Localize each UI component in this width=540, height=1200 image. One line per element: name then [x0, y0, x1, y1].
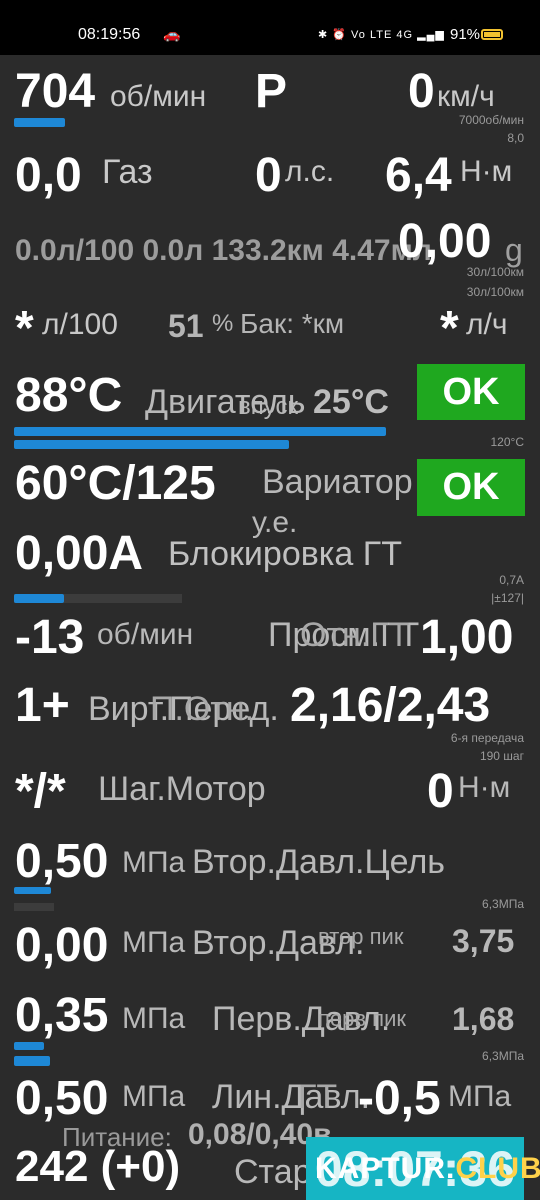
- sec-press-unit: МПа: [122, 926, 186, 959]
- cvt-label: Вариатор: [262, 463, 413, 501]
- line-press-value: 0,50: [15, 1072, 109, 1125]
- signal-icon: ▂▄▆: [417, 29, 445, 41]
- gear-small-2: 190 шаг: [479, 749, 524, 763]
- power-value: 0: [255, 149, 282, 202]
- gear-small-1: 6-я передача: [450, 731, 524, 745]
- gear-ratio-value: 1+: [15, 679, 70, 732]
- starter-value: 242 (+0): [15, 1142, 181, 1191]
- network-label: Vo LTE 4G: [351, 29, 414, 41]
- hourly-unit: л/ч: [466, 308, 508, 341]
- bluetooth-icon: ✱: [318, 29, 329, 41]
- car-icon: 🚗: [163, 26, 181, 42]
- rpm-small-value: 8,0: [507, 131, 524, 145]
- sec-target-bar: [14, 887, 152, 894]
- sec-press-value: 0,00: [15, 919, 109, 972]
- prim-press-unit: МПа: [122, 1002, 186, 1035]
- gas-label: Газ: [102, 153, 153, 191]
- lockup-label: Блокировка ГТ: [168, 535, 402, 573]
- engine-ok-button[interactable]: OK: [417, 364, 525, 420]
- stepper-torque-unit: Н·м: [458, 771, 511, 804]
- slip-unit: об/мин: [97, 618, 194, 651]
- consumption-unit: л/100: [42, 308, 118, 341]
- sec-target-max: 6,3МПа: [482, 897, 524, 911]
- engine-bar-2-fill: [14, 440, 290, 449]
- engine-temp: 88°C: [15, 369, 123, 422]
- watermark-brand: KAPTUR: [315, 1152, 446, 1185]
- prim-press-bar-2: [14, 1056, 50, 1066]
- rpm-unit: об/мин: [110, 80, 207, 113]
- engine-bar-2: [14, 440, 524, 449]
- prim-peak-value: 1,68: [452, 1001, 515, 1037]
- prim-press-value: 0,35: [15, 989, 109, 1042]
- torque-unit: Н·м: [460, 155, 513, 188]
- lockup-small-2: |±127|: [491, 591, 524, 605]
- rpm-max-label: 7000об/мин: [458, 113, 524, 127]
- engine-bar-1-fill: [14, 427, 387, 436]
- prim-press-bar: [14, 1042, 314, 1050]
- line-press-unit: МПа: [122, 1080, 186, 1113]
- cvt-ok-button[interactable]: OK: [417, 459, 525, 516]
- fuel-small-2: 30л/100км: [466, 285, 524, 299]
- prim-press-bar-fill: [14, 1042, 44, 1050]
- prim-peak-label: перв пик: [318, 1006, 407, 1031]
- watermark-dot: .: [446, 1152, 456, 1185]
- intake-label: впуск: [238, 393, 298, 420]
- tank-range: Бак: *км: [240, 308, 345, 339]
- lockup-bar-fill: [14, 594, 65, 603]
- alarm-icon: ⏰: [332, 29, 347, 41]
- gear-ratio-values: 2,16/2,43: [290, 679, 491, 732]
- engine-max-label: 120°C: [490, 435, 525, 449]
- gear-indicator: P: [255, 65, 288, 118]
- gear-ratio-overlay: П.Отн.: [150, 690, 255, 728]
- status-bar: 08:19:56 🚗 ✱ ⏰ Vo LTE 4G ▂▄▆ 91%: [0, 0, 540, 55]
- engine-bar-1: [14, 427, 524, 436]
- hourly-value: *: [440, 302, 459, 355]
- stepper-value: */*: [15, 765, 66, 818]
- rpm-bar-fill: [14, 118, 65, 127]
- battery-percent: 91%: [450, 26, 481, 43]
- sec-target-label: Втор.Давл.Цель: [192, 843, 445, 881]
- intake-temp: 25°C: [313, 383, 389, 421]
- sec-peak-label: втор пик: [318, 924, 404, 949]
- stepper-label: Шаг.Мотор: [98, 770, 266, 808]
- network-indicator: ✱ ⏰ Vo LTE 4G ▂▄▆: [318, 28, 445, 41]
- power-unit: л.с.: [285, 155, 335, 188]
- watermark-logo: KAPTUR.CLUB: [315, 1152, 540, 1186]
- lockup-bar: [14, 594, 182, 603]
- speed-unit: км/ч: [437, 80, 495, 113]
- line-unit: МПа: [448, 1080, 512, 1113]
- sec-target-bar-fill: [14, 887, 52, 894]
- slip-overlay-label: Отн.ГТ: [300, 616, 410, 654]
- fuel-g-unit: g: [505, 232, 523, 268]
- cvt-temp: 60°C/125: [15, 457, 216, 510]
- lockup-small-1: 0,7A: [499, 573, 524, 587]
- sec-target-unit: МПа: [122, 846, 186, 879]
- line-overlay-label: ГТ: [298, 1078, 338, 1116]
- prim-press-max: 6,3МПа: [482, 1049, 524, 1063]
- torque-value: 6,4: [385, 149, 452, 202]
- speed-value: 0: [408, 65, 435, 118]
- fuel-small-1: 30л/100км: [466, 265, 524, 279]
- rpm-value: 704: [15, 65, 96, 118]
- slip-ratio: 1,00: [420, 611, 514, 664]
- sec-target-bar-track: [14, 903, 54, 911]
- fuel-big-value: 0,00: [398, 215, 492, 268]
- sec-target-value: 0,50: [15, 835, 109, 888]
- status-time: 08:19:56: [78, 26, 141, 43]
- lockup-value: 0,00A: [15, 527, 144, 580]
- consumption-value: *: [15, 302, 34, 355]
- tank-percent: 51: [168, 308, 204, 344]
- fuel-trip-text: 0.0л/100 0.0л 133.2км 4.47мл: [15, 234, 432, 267]
- rpm-bar: [14, 118, 524, 127]
- battery-icon: [481, 29, 503, 40]
- watermark-club: CLUB: [455, 1152, 540, 1185]
- gas-value: 0,0: [15, 149, 82, 202]
- cvt-sub-label: у.е.: [252, 506, 298, 539]
- line-press-label: Лин.Давл.: [212, 1078, 371, 1116]
- stepper-torque: 0: [427, 765, 454, 818]
- slip-value: -13: [15, 611, 85, 664]
- tank-percent-unit: %: [212, 310, 234, 337]
- sec-peak-value: 3,75: [452, 923, 515, 959]
- line-value: -0,5: [358, 1072, 441, 1125]
